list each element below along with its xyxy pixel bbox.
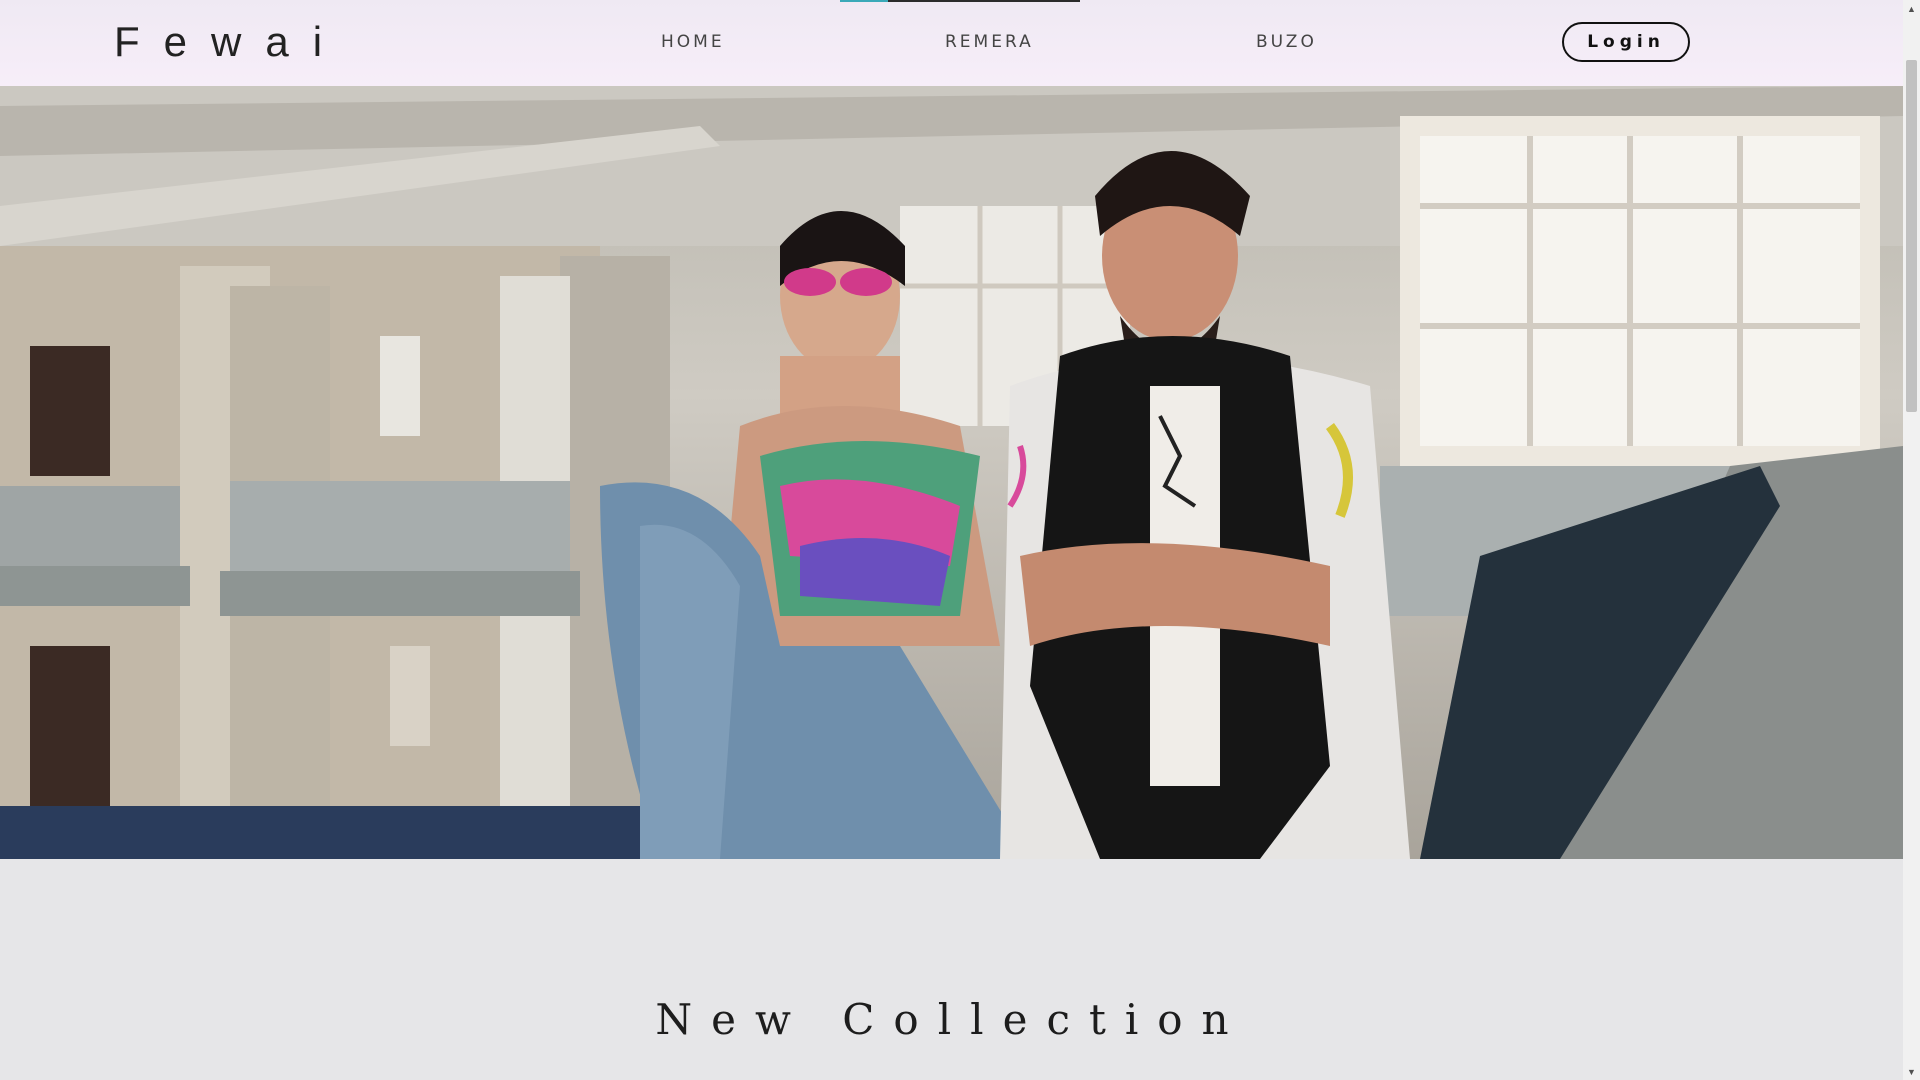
hero-image [0,86,1903,859]
nav-active-indicator [840,0,888,2]
brand-logo[interactable]: Fewai [114,18,346,66]
nav-hover-indicator [888,0,1080,2]
nav-link-remera[interactable]: REMERA [945,32,1034,52]
nav-link-buzo[interactable]: BUZO [1256,32,1317,52]
hero-banner [0,86,1903,859]
login-button[interactable]: Login [1562,22,1690,62]
chevron-up-icon[interactable]: ▲ [1903,0,1920,17]
chevron-down-icon[interactable]: ▼ [1903,1063,1920,1080]
nav-link-home[interactable]: HOME [661,32,725,52]
navbar: Fewai HOME REMERA BUZO Login [0,0,1903,86]
scrollbar-thumb[interactable] [1906,60,1917,412]
section-title: New Collection [655,995,1248,1044]
page: Fewai HOME REMERA BUZO Login New Collect… [0,0,1920,1080]
vertical-scrollbar[interactable]: ▲ ▼ [1903,0,1920,1080]
